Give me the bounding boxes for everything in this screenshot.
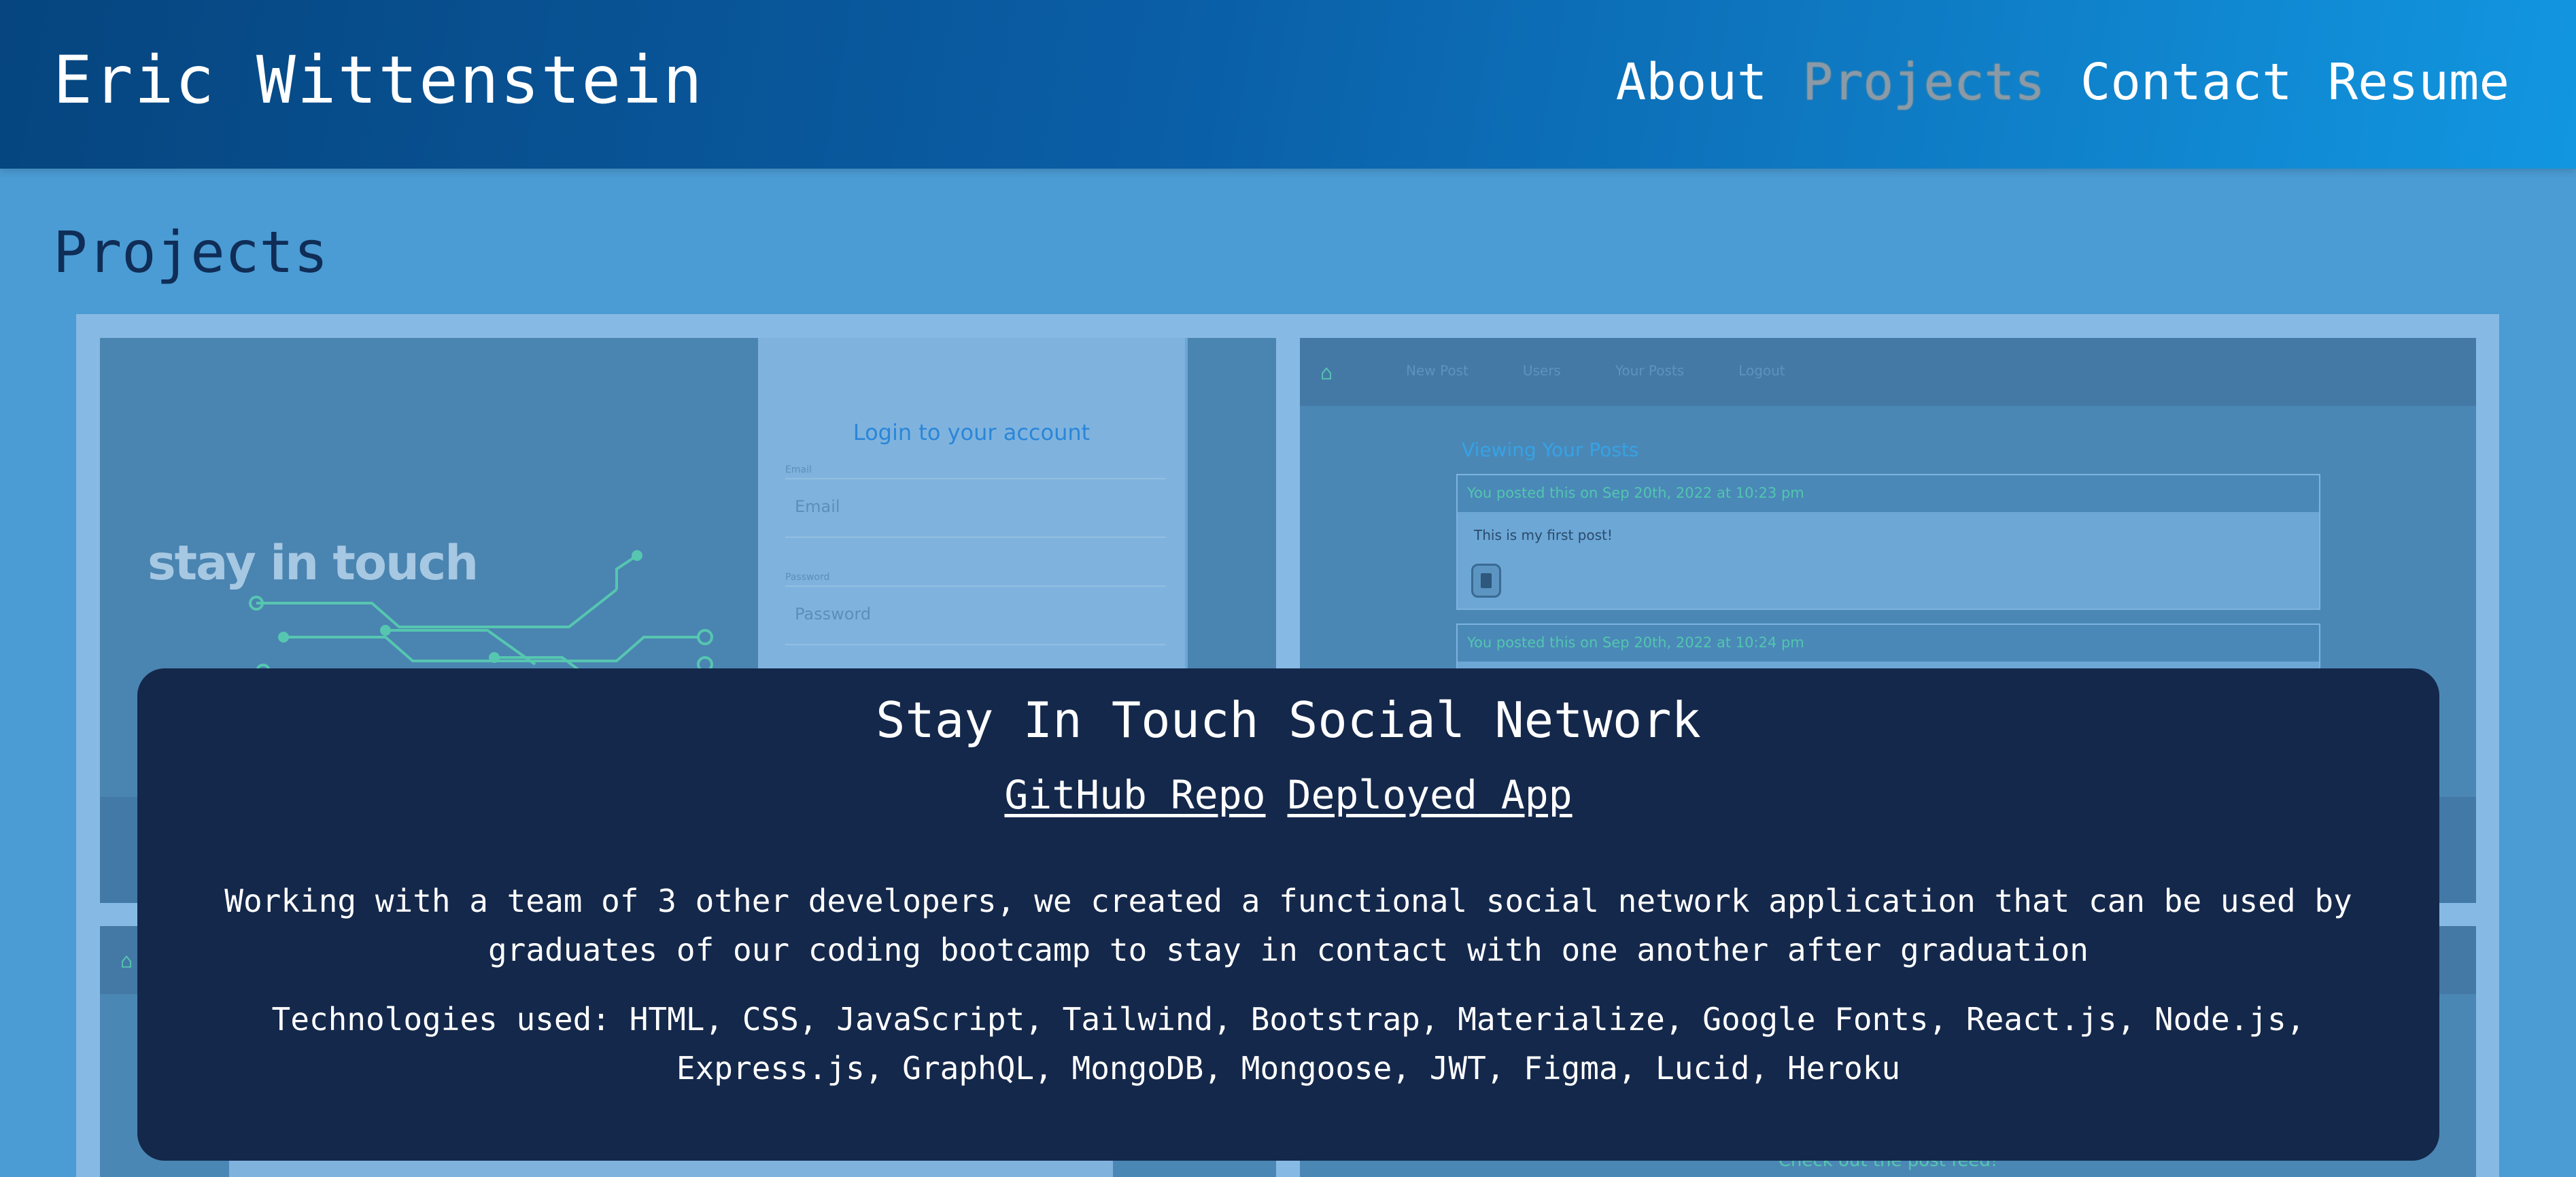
nav-about-link[interactable]: About: [1616, 53, 1768, 112]
nav-new-post: New Post: [1406, 362, 1469, 379]
posts-app-navbar: ⌂ New Post Users Your Posts Logout: [1300, 338, 2476, 406]
nav-logout: Logout: [1738, 362, 1785, 379]
site-header: Eric Wittenstein About Projects Contact …: [0, 0, 2576, 169]
password-label: Password: [785, 572, 830, 583]
home-icon: ⌂: [120, 949, 133, 973]
github-repo-link[interactable]: GitHub Repo: [1004, 772, 1265, 818]
login-form-title: Login to your account: [853, 420, 1090, 445]
page-title: Projects: [53, 219, 328, 286]
nav-projects-link[interactable]: Projects: [1802, 53, 2044, 112]
email-label: Email: [785, 464, 812, 475]
nav-your-posts: Your Posts: [1615, 362, 1685, 379]
nav-users: Users: [1522, 362, 1561, 379]
post-meta: You posted this on Sep 20th, 2022 at 10:…: [1458, 625, 2319, 662]
deployed-app-link[interactable]: Deployed App: [1288, 772, 1573, 818]
nav-resume-link[interactable]: Resume: [2328, 53, 2509, 112]
project-details-overlay: Stay In Touch Social Network GitHub Repo…: [137, 668, 2439, 1161]
post-meta: You posted this on Sep 20th, 2022 at 10:…: [1458, 475, 2319, 512]
project-technologies: Technologies used: HTML, CSS, JavaScript…: [271, 1001, 2305, 1087]
posts-app-nav-links: New Post Users Your Posts Logout: [1406, 362, 1785, 379]
project-description: Working with a team of 3 other developer…: [224, 883, 2352, 968]
post-card: You posted this on Sep 20th, 2022 at 10:…: [1456, 474, 2320, 610]
viewing-posts-title: Viewing Your Posts: [1462, 439, 1639, 461]
home-icon: ⌂: [1320, 361, 1333, 385]
password-field[interactable]: Password: [785, 585, 1166, 645]
project-title: Stay In Touch Social Network: [876, 692, 1701, 749]
site-title[interactable]: Eric Wittenstein: [53, 42, 704, 118]
trash-icon: [1471, 564, 1501, 598]
post-body: This is my first post!: [1474, 527, 1613, 543]
project-links: GitHub Repo Deployed App: [137, 772, 2439, 818]
main-nav: About Projects Contact Resume: [1616, 53, 2509, 112]
nav-contact-link[interactable]: Contact: [2080, 53, 2292, 112]
email-field[interactable]: Email: [785, 478, 1166, 538]
